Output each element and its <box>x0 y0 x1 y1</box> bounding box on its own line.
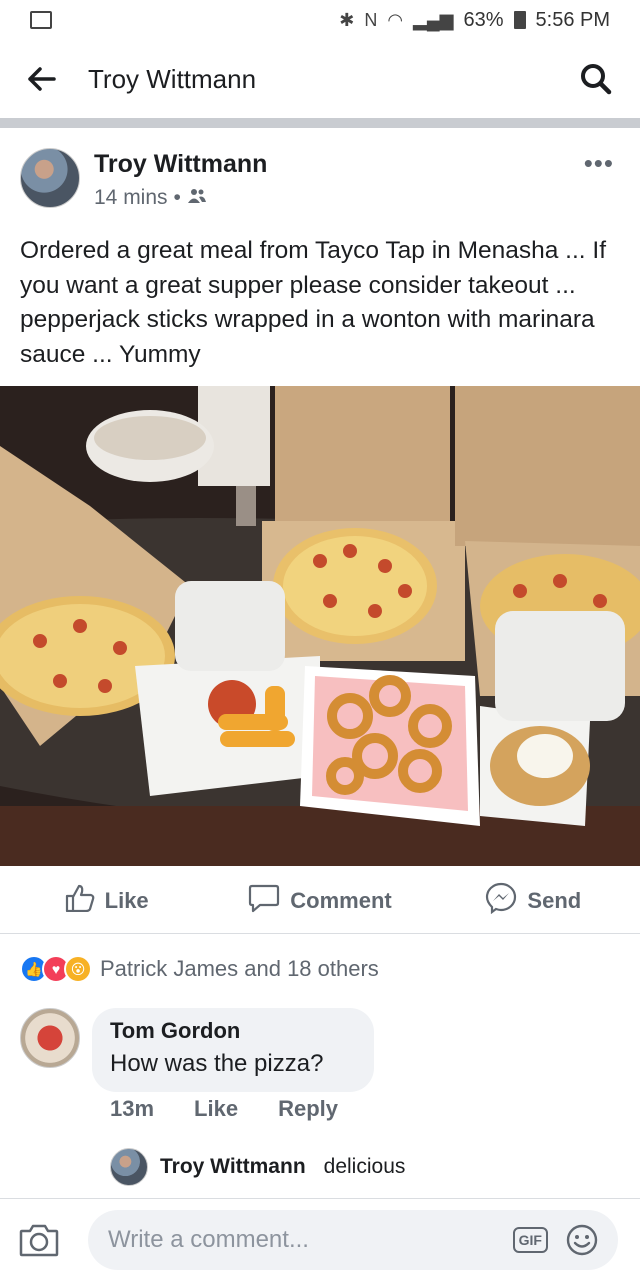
dot-separator: • <box>173 186 181 209</box>
comment-input[interactable]: Write a comment... GIF <box>88 1209 618 1270</box>
author-avatar[interactable] <box>20 148 80 208</box>
post-author[interactable]: Troy Wittmann <box>94 150 267 179</box>
comment-composer: Write a comment... GIF <box>0 1198 640 1280</box>
post-actions: Like Comment Send <box>0 868 640 934</box>
status-icons: ✱ N ◠ ▂▄▆ 63% 5:56 PM <box>339 9 610 32</box>
post-meta: 14 mins • <box>94 186 207 210</box>
post-time[interactable]: 14 mins <box>94 186 168 210</box>
reply-preview[interactable]: Troy Wittmann delicious <box>110 1148 405 1186</box>
app-header: Troy Wittmann <box>0 40 640 118</box>
comment-author[interactable]: Tom Gordon <box>110 1018 356 1044</box>
messenger-icon <box>485 882 517 920</box>
battery-icon <box>513 11 526 29</box>
camera-icon[interactable] <box>18 1219 60 1261</box>
comment-input-placeholder: Write a comment... <box>108 1225 309 1253</box>
battery-percent: 63% <box>463 8 504 31</box>
comment-text: How was the pizza? <box>110 1050 324 1077</box>
clock: 5:56 PM <box>535 8 610 31</box>
search-icon[interactable] <box>576 59 616 99</box>
gif-button[interactable]: GIF <box>512 1226 548 1253</box>
wow-reaction-icon: 😮 <box>64 955 92 983</box>
comment-bubble-icon <box>248 883 280 919</box>
reactions-summary[interactable]: 👍 ♥ 😮 Patrick James and 18 others <box>20 952 379 986</box>
emoji-icon[interactable] <box>566 1224 598 1256</box>
screen-cast-icon <box>30 11 52 29</box>
like-label: Like <box>104 887 149 913</box>
post-photo[interactable] <box>0 386 640 866</box>
commenter-avatar[interactable] <box>20 1008 80 1068</box>
send-button[interactable]: Send <box>427 882 640 920</box>
comment-reply-link[interactable]: Reply <box>278 1096 338 1122</box>
bluetooth-icon: ✱ <box>339 9 355 30</box>
reaction-icons: 👍 ♥ 😮 <box>20 955 92 983</box>
comment-button[interactable]: Comment <box>213 883 426 919</box>
comment-label: Comment <box>290 887 392 913</box>
send-label: Send <box>527 887 582 913</box>
header-title: Troy Wittmann <box>88 63 257 94</box>
post-text: Ordered a great meal from Tayco Tap in M… <box>20 237 607 368</box>
comment-like-link[interactable]: Like <box>194 1096 238 1122</box>
comment-time: 13m <box>110 1096 155 1121</box>
post-header: Troy Wittmann 14 mins • ••• <box>0 128 640 228</box>
comment-bubble[interactable]: Tom Gordon How was the pizza? <box>92 1008 374 1092</box>
reply-author: Troy Wittmann <box>160 1155 306 1178</box>
back-arrow-icon[interactable] <box>24 61 60 97</box>
signal-icon: ▂▄▆ <box>413 9 454 30</box>
like-button[interactable]: Like <box>0 884 213 918</box>
reactions-text: Patrick James and 18 others <box>100 956 379 981</box>
wifi-icon: ◠ <box>387 9 404 30</box>
reply-avatar <box>110 1148 148 1186</box>
reply-text: delicious <box>323 1155 406 1178</box>
thumbs-up-icon <box>65 884 95 918</box>
friends-audience-icon <box>187 186 207 210</box>
nfc-icon: N <box>364 9 378 30</box>
status-bar: ✱ N ◠ ▂▄▆ 63% 5:56 PM <box>0 0 640 40</box>
more-options-icon[interactable]: ••• <box>584 148 614 179</box>
comment-meta: 13m Like Reply <box>110 1096 338 1122</box>
header-divider <box>0 118 640 128</box>
